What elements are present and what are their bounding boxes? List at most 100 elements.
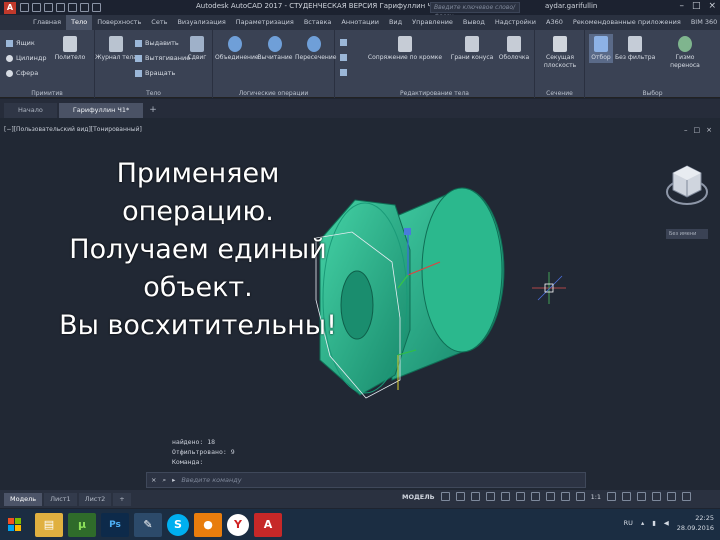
selection-cycle-icon[interactable] xyxy=(560,492,570,501)
intersect-button[interactable]: Пересечение xyxy=(295,36,336,61)
edit-tool-2[interactable] xyxy=(340,54,347,61)
command-line[interactable]: × ⌕ ▸ Введите команду xyxy=(146,472,586,488)
wcs-dropdown[interactable]: Без имени xyxy=(666,229,708,239)
skype-icon[interactable]: S xyxy=(167,513,189,536)
ribbon-tab[interactable]: Тело xyxy=(66,15,93,30)
model-space-toggle[interactable]: МОДЕЛЬ xyxy=(402,493,435,501)
ribbon-tab[interactable]: Главная xyxy=(28,15,66,30)
ribbon-tab[interactable]: Надстройки xyxy=(490,15,541,30)
yandex-browser-icon[interactable]: Y xyxy=(227,513,249,536)
gizmo-status-icon[interactable] xyxy=(575,492,585,501)
tab-sheet1[interactable]: Лист1 xyxy=(44,492,77,506)
viewcube[interactable] xyxy=(664,160,710,218)
fullscreen-icon[interactable] xyxy=(667,492,677,501)
polar-icon[interactable] xyxy=(485,492,495,501)
ribbon-tab[interactable]: Поверхность xyxy=(92,15,146,30)
tool-icon[interactable]: ✎ xyxy=(134,512,162,537)
cylinder-button[interactable]: Цилиндр xyxy=(6,54,47,62)
viewport-close-icon[interactable]: × xyxy=(706,126,712,134)
command-search-icon[interactable]: ⌕ xyxy=(162,476,166,485)
tab-model[interactable]: Модель xyxy=(4,492,43,506)
section-plane-button[interactable]: Секущая плоскость xyxy=(537,36,583,70)
new-file-icon[interactable] xyxy=(20,3,29,12)
annotation-visibility-icon[interactable] xyxy=(607,492,617,501)
command-recent-icon[interactable]: ▸ xyxy=(172,476,175,484)
lineweight-icon[interactable] xyxy=(530,492,540,501)
grid-icon[interactable] xyxy=(440,492,450,501)
isolate-icon[interactable] xyxy=(652,492,662,501)
tray-arrow-icon[interactable]: ▴ xyxy=(641,519,644,527)
command-close-icon[interactable]: × xyxy=(151,476,156,484)
redo-icon[interactable] xyxy=(92,3,101,12)
polysolid-button[interactable]: Политело xyxy=(50,36,90,61)
viewport-controls-label[interactable]: [−][Пользовательский вид][Тонированный] xyxy=(4,126,142,133)
viewport-minimize-icon[interactable]: – xyxy=(684,126,688,134)
windows-start-icon[interactable] xyxy=(0,509,30,540)
sphere-button[interactable]: Сфера xyxy=(6,69,38,77)
units-icon[interactable] xyxy=(637,492,647,501)
save-as-icon[interactable] xyxy=(56,3,65,12)
ribbon-tab[interactable]: Вставка xyxy=(299,15,337,30)
search-input[interactable]: Введите ключевое слово/фразу xyxy=(430,2,520,20)
volume-icon[interactable]: ◀ xyxy=(664,519,669,527)
maximize-icon[interactable]: □ xyxy=(692,1,701,11)
ribbon-tab[interactable]: Вывод xyxy=(458,15,490,30)
add-layout-icon[interactable]: + xyxy=(113,492,131,506)
photoshop-icon[interactable]: Ps xyxy=(101,512,129,537)
ribbon-tab[interactable]: Рекомендованные приложения xyxy=(568,15,686,30)
clock[interactable]: 22:25 28.09.2016 xyxy=(677,513,714,533)
tab-start[interactable]: Начало xyxy=(4,103,57,118)
print-icon[interactable] xyxy=(68,3,77,12)
utorrent-icon[interactable]: µ xyxy=(68,512,96,537)
ribbon-tab[interactable]: A360 xyxy=(541,15,568,30)
language-indicator[interactable]: RU xyxy=(624,519,633,527)
extrude-button[interactable]: Выдавить xyxy=(135,39,179,47)
annotation-scale[interactable]: 1:1 xyxy=(591,493,601,501)
user-name[interactable]: aydar.garifullin xyxy=(545,2,597,10)
viewport-restore-icon[interactable]: □ xyxy=(694,126,701,134)
solid-history-button[interactable]: Журнал тела xyxy=(95,36,137,61)
blender-icon[interactable]: ● xyxy=(194,512,222,537)
no-filter-button[interactable]: Без фильтра xyxy=(615,36,655,61)
file-explorer-icon[interactable]: ▤ xyxy=(35,512,63,537)
ribbon-tab[interactable]: Аннотации xyxy=(336,15,384,30)
union-button[interactable]: Объединение xyxy=(215,36,259,61)
move-gizmo-button[interactable]: Гизмо переноса xyxy=(663,36,707,70)
ribbon-tab[interactable]: Параметризация xyxy=(231,15,299,30)
subtract-button[interactable]: Вычитание xyxy=(257,36,293,61)
customize-icon[interactable] xyxy=(682,492,692,501)
tab-drawing[interactable]: Гарифуллин Ч1* xyxy=(58,103,144,118)
culling-button[interactable]: Отбор xyxy=(589,34,613,63)
save-icon[interactable] xyxy=(44,3,53,12)
ribbon-tab[interactable]: Сеть xyxy=(146,15,172,30)
workspace-icon[interactable] xyxy=(622,492,632,501)
fillet-edge-button[interactable]: Сопряжение по кромке xyxy=(361,36,449,61)
edit-tool-1[interactable] xyxy=(340,39,347,46)
autocad-logo-icon[interactable]: A xyxy=(4,1,16,14)
open-file-icon[interactable] xyxy=(32,3,41,12)
minimize-icon[interactable]: – xyxy=(679,1,684,11)
autocad-taskbar-icon[interactable]: A xyxy=(254,512,282,537)
new-tab-icon[interactable]: + xyxy=(145,103,161,118)
sweep-button[interactable]: Сдвиг xyxy=(183,36,211,61)
network-icon[interactable]: ▮ xyxy=(652,519,656,527)
command-input[interactable]: Введите команду xyxy=(181,476,241,484)
ribbon-tab[interactable]: Вид xyxy=(384,15,407,30)
shell-button[interactable]: Оболочка xyxy=(495,36,533,61)
ribbon-tab[interactable]: Управление xyxy=(407,15,458,30)
osnap-icon[interactable] xyxy=(500,492,510,501)
ortho-icon[interactable] xyxy=(470,492,480,501)
box-button[interactable]: Ящик xyxy=(6,39,35,47)
taper-faces-button[interactable]: Грани конуса xyxy=(449,36,495,61)
tab-sheet2[interactable]: Лист2 xyxy=(78,492,112,506)
undo-icon[interactable] xyxy=(80,3,89,12)
loft-button[interactable]: Вытягивание xyxy=(135,54,190,62)
close-icon[interactable]: × xyxy=(708,1,716,11)
transparency-icon[interactable] xyxy=(545,492,555,501)
ribbon-tab[interactable]: Визуализация xyxy=(172,15,230,30)
otrack-icon[interactable] xyxy=(515,492,525,501)
revolve-button[interactable]: Вращать xyxy=(135,69,175,77)
edit-tool-3[interactable] xyxy=(340,69,347,76)
ribbon-tab[interactable]: BIM 360 xyxy=(686,15,720,30)
snap-icon[interactable] xyxy=(455,492,465,501)
